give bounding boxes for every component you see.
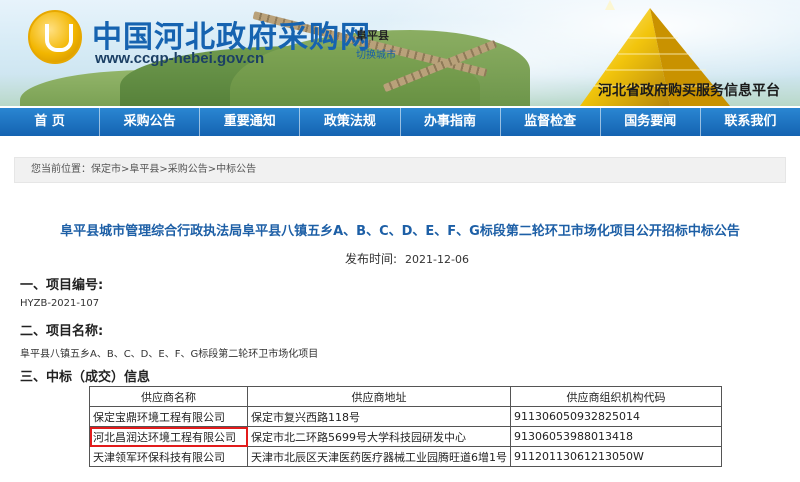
main-nav: 首 页 采购公告 重要通知 政策法规 办事指南 监督检查 国务要闻 联系我们 [0,108,800,136]
article-title: 阜平县城市管理综合行政执法局阜平县八镇五乡A、B、C、D、E、F、G标段第二轮环… [60,224,740,239]
breadcrumb: 您当前位置：保定市>阜平县>采购公告>中标公告 [14,157,786,183]
supplier-name-highlighted: 河北昌润达环境工程有限公司 [89,426,248,447]
breadcrumb-item[interactable]: 阜平县 [129,164,159,175]
nav-item-news[interactable]: 国务要闻 [601,108,701,136]
supplier-name: 天津领军环保科技有限公司 [89,446,248,467]
breadcrumb-item[interactable]: 保定市 [91,164,121,175]
publish-time: 发布时间: 2021-12-06 [345,250,469,267]
supplier-address: 天津市北辰区天津医药医疗器械工业园腾旺道6增1号 [247,446,511,467]
column-header-org-code: 供应商组织机构代码 [510,386,722,407]
breadcrumb-item[interactable]: 采购公告 [168,164,208,175]
column-header-supplier-address: 供应商地址 [247,386,511,407]
platform-name: 河北省政府购买服务信息平台 [598,83,780,99]
breadcrumb-separator: > [207,164,217,175]
current-region: 阜平县 [356,29,389,42]
section-heading-award-info: 三、中标（成交）信息 [20,370,151,385]
nav-item-procurement-notices[interactable]: 采购公告 [100,108,201,136]
site-logo-icon[interactable] [28,10,82,64]
breadcrumb-separator: > [159,164,168,175]
supplier-address: 保定市复兴西路118号 [247,406,511,427]
nav-item-important-notices[interactable]: 重要通知 [200,108,301,136]
breadcrumb-prefix: 您当前位置： [31,164,91,175]
supplier-org-code: 91306053988013418 [510,426,722,447]
section-heading-project-number: 一、项目编号: [20,278,104,293]
supplier-org-code: 911306050932825014 [510,406,722,427]
supplier-address: 保定市北二环路5699号大学科技园研发中心 [247,426,511,447]
table-header-row: 供应商名称 供应商地址 供应商组织机构代码 [89,386,722,407]
project-number: HYZB-2021-107 [20,298,100,309]
table-row: 保定宝鼎环境工程有限公司 保定市复兴西路118号 911306050932825… [89,406,722,427]
nav-item-contact[interactable]: 联系我们 [701,108,800,136]
nav-item-policies[interactable]: 政策法规 [300,108,401,136]
nav-item-guide[interactable]: 办事指南 [401,108,501,136]
header-banner: 中国河北政府采购网 www.ccgp-hebei.gov.cn 阜平县 切换城市… [0,0,800,106]
table-row: 天津领军环保科技有限公司 天津市北辰区天津医药医疗器械工业园腾旺道6增1号 91… [89,446,722,467]
supplier-org-code: 91120113061213050W [510,446,722,467]
publish-time-label: 发布时间: [345,252,398,266]
section-heading-project-name: 二、项目名称: [20,324,104,339]
column-header-supplier-name: 供应商名称 [89,386,248,407]
nav-item-supervision[interactable]: 监督检查 [501,108,601,136]
supplier-name: 保定宝鼎环境工程有限公司 [89,406,248,427]
table-row: 河北昌润达环境工程有限公司 保定市北二环路5699号大学科技园研发中心 9130… [89,426,722,447]
award-table: 供应商名称 供应商地址 供应商组织机构代码 保定宝鼎环境工程有限公司 保定市复兴… [89,386,722,467]
publish-date: 2021-12-06 [405,253,469,266]
nav-item-home[interactable]: 首 页 [0,108,101,136]
switch-city-link[interactable]: 切换城市 [356,46,396,61]
breadcrumb-item[interactable]: 中标公告 [216,164,256,175]
project-name: 阜平县八镇五乡A、B、C、D、E、F、G标段第二轮环卫市场化项目 [20,349,319,360]
site-url: www.ccgp-hebei.gov.cn [95,50,265,67]
